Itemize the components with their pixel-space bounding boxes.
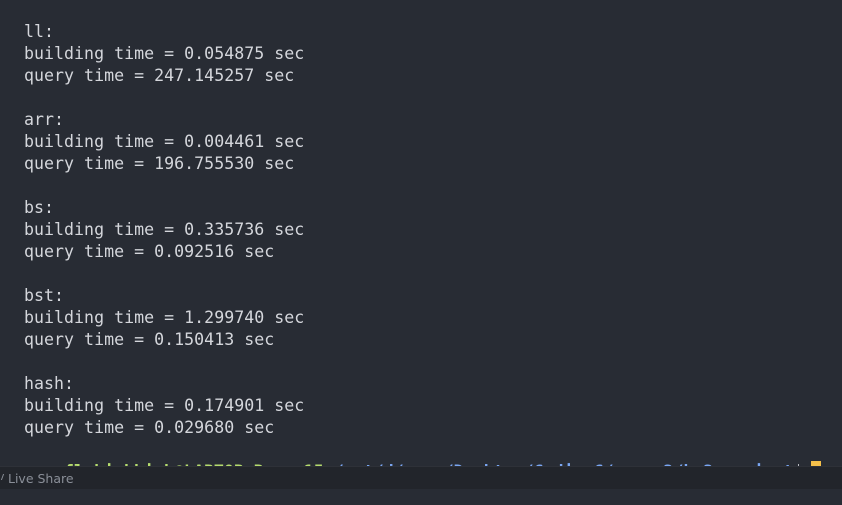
output-line: query time = 196.755530 sec <box>24 154 295 173</box>
output-line: building time = 1.299740 sec <box>24 308 305 327</box>
output-line: query time = 247.145257 sec <box>24 66 295 85</box>
output-line: building time = 0.054875 sec <box>24 44 305 63</box>
terminal-panel[interactable]: ll: building time = 0.054875 sec query t… <box>0 0 842 481</box>
output-line: bs: <box>24 198 55 217</box>
live-share-icon <box>0 470 6 487</box>
output-line: building time = 0.174901 sec <box>24 396 305 415</box>
status-bar: Live Share <box>0 466 842 489</box>
output-line: query time = 0.092516 sec <box>24 242 275 261</box>
output-line: building time = 0.335736 sec <box>24 220 305 239</box>
output-line: query time = 0.029680 sec <box>24 418 275 437</box>
terminal-output: ll: building time = 0.054875 sec query t… <box>24 21 304 439</box>
output-line: bst: <box>24 286 65 305</box>
output-line: building time = 0.004461 sec <box>24 132 305 151</box>
output-line: arr: <box>24 110 65 129</box>
shell-prompt[interactable]: flyhighhigh@LAPTOP-Razer15:/mnt/d/user/D… <box>24 439 822 481</box>
live-share-label: Live Share <box>8 471 74 486</box>
live-share-button[interactable]: Live Share <box>0 470 74 487</box>
output-line: hash: <box>24 374 75 393</box>
output-line: query time = 0.150413 sec <box>24 330 275 349</box>
output-line: ll: <box>24 22 55 41</box>
